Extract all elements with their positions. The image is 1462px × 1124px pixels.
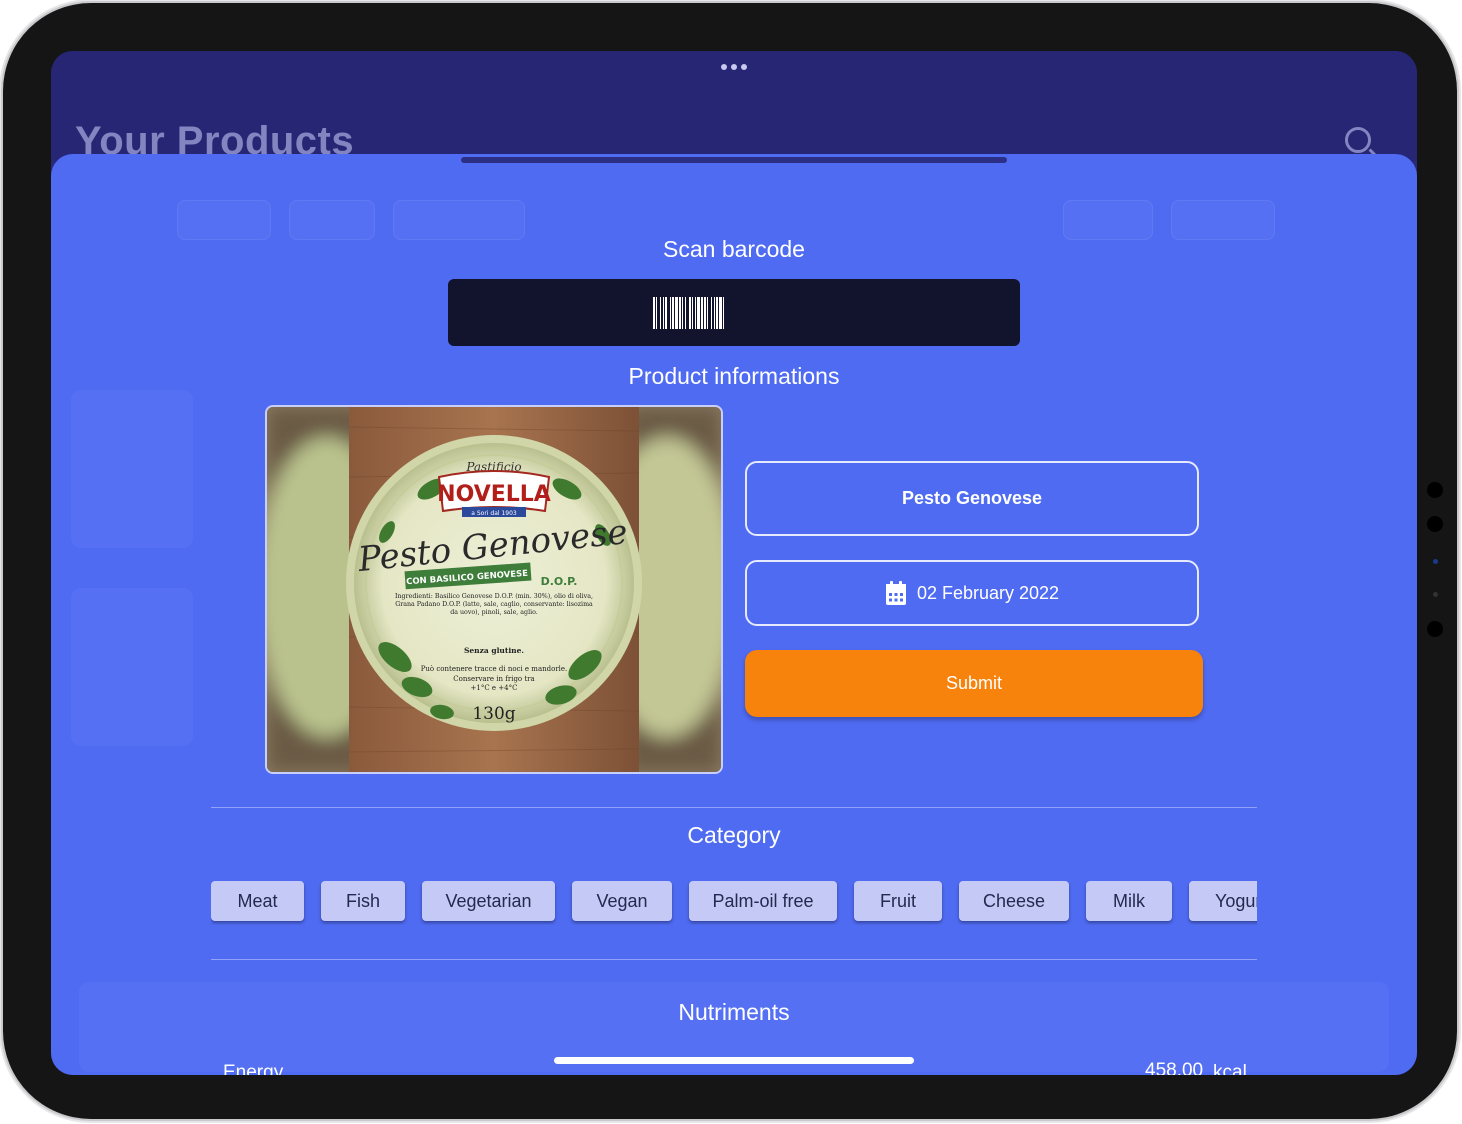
side-camera [1427,482,1443,498]
background-filter-chip [1063,200,1153,240]
category-chip-cheese[interactable]: Cheese [959,881,1069,921]
category-chip-milk[interactable]: Milk [1086,881,1172,921]
nutriments-title: Nutriments [678,999,790,1025]
category-title: Category [687,822,781,848]
screen: Your Products Scan barcode Product infor… [51,51,1417,1075]
calendar-icon [885,581,906,605]
category-chip-fruit[interactable]: Fruit [854,881,942,921]
label-gluten: Senza glutine. [464,646,524,655]
side-camera [1427,621,1443,637]
category-chip-vegetarian[interactable]: Vegetarian [422,881,555,921]
divider [211,959,1257,960]
pesto-jar-image: Pastificio NOVELLA a Sori dal 1903 Pesto… [267,407,721,772]
label-dop: D.O.P. [541,575,578,588]
expiry-date-picker[interactable]: 02 February 2022 [745,560,1199,626]
background-product-card [71,390,193,548]
product-name-field[interactable]: Pesto Genovese [745,461,1199,536]
side-sensor [1433,559,1438,564]
nutriment-value-energy[interactable]: 458.00 [1145,1060,1203,1075]
label-ingredients: Ingredienti: Basilico Genovese D.O.P. (m… [395,593,593,616]
category-chip-vegan[interactable]: Vegan [572,881,672,921]
label-since: a Sori dal 1903 [471,510,517,517]
nutriment-label-energy: Energy [223,1062,284,1075]
expiry-date-value: 02 February 2022 [916,582,1060,603]
category-chip-fish[interactable]: Fish [321,881,405,921]
category-chip-yogurt[interactable]: Yogurt [1189,881,1257,921]
product-info-title: Product informations [628,363,840,389]
background-filter-chip [393,200,525,240]
background-filter-chip [289,200,375,240]
label-brand: NOVELLA [437,482,551,507]
background-filter-chip [1171,200,1275,240]
tablet-frame: Your Products Scan barcode Product infor… [3,3,1457,1119]
home-indicator[interactable] [554,1057,914,1064]
side-camera [1427,516,1443,532]
background-header: Your Products [51,51,1417,163]
barcode-icon [653,296,724,329]
divider [211,807,1257,808]
label-weight: 130g [472,704,515,724]
nutriment-unit-energy: kcal [1213,1062,1247,1075]
product-photo[interactable]: Pastificio NOVELLA a Sori dal 1903 Pesto… [265,405,723,774]
category-chip-list[interactable]: Meat Fish Vegetarian Vegan Palm-oil free… [211,881,1257,925]
label-storage: Conservare in frigo tra +1°C e +4°C [453,675,535,692]
multitask-dots-icon[interactable] [721,64,747,70]
label-storage-box: Conservare in frigo tra +1°C e +4°C [453,675,535,692]
search-icon[interactable] [1345,127,1371,153]
barcode-scanner[interactable] [448,279,1020,346]
label-ingredients-box: Ingredienti: Basilico Genovese D.O.P. (m… [395,593,593,616]
label-allergens: Può contenere tracce di noci e mandorle. [421,665,568,673]
background-product-card [71,588,193,746]
submit-button[interactable]: Submit [745,650,1203,717]
category-chip-palm-oil-free[interactable]: Palm-oil free [689,881,837,921]
category-chip-meat[interactable]: Meat [211,881,304,921]
sheet-grabber[interactable] [461,157,1007,163]
scan-barcode-title: Scan barcode [663,236,805,262]
background-filter-chip [177,200,271,240]
add-product-sheet: Scan barcode Product informations Pastif… [51,154,1417,1075]
side-sensor [1433,592,1438,597]
